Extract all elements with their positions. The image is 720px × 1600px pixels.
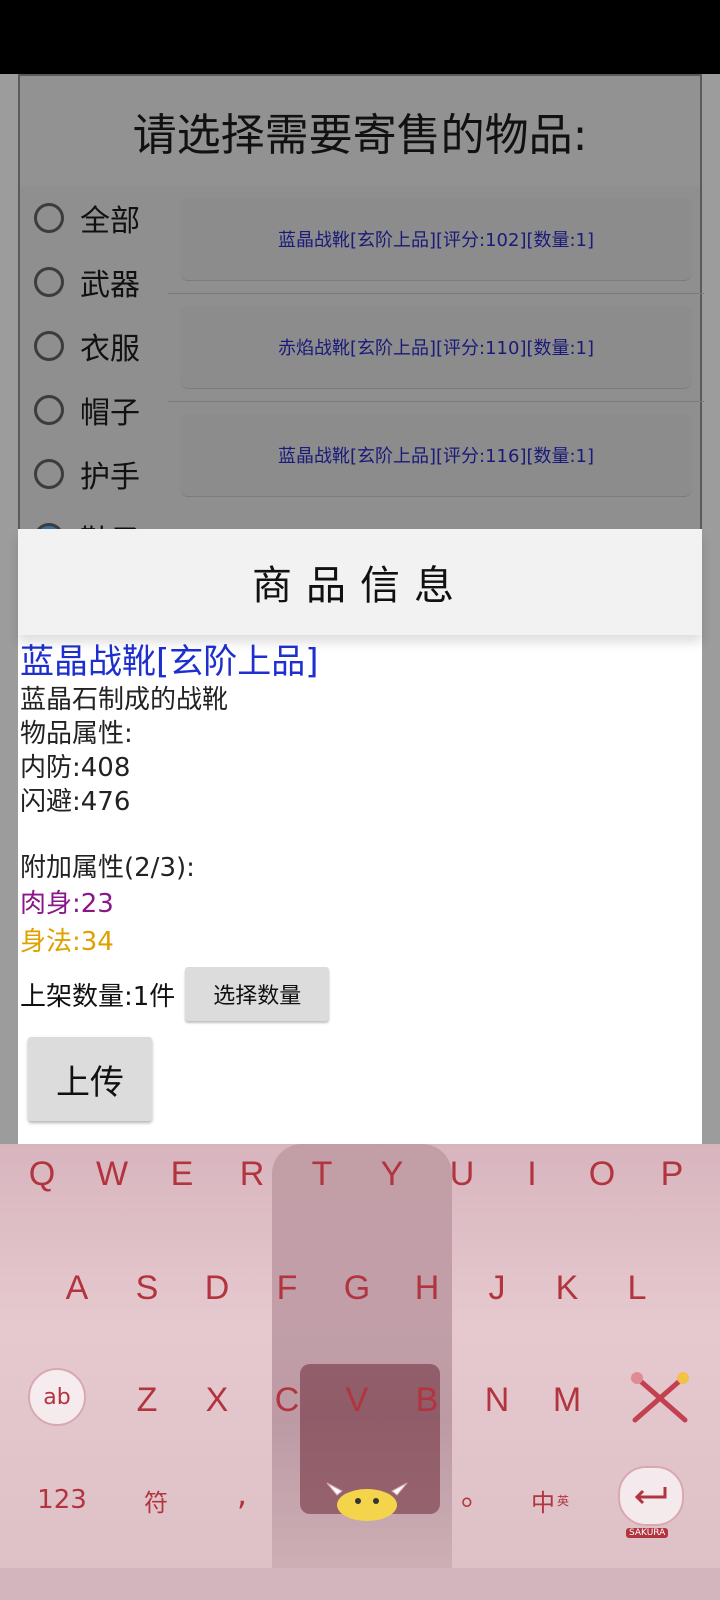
product-info-dialog: 商品信息 蓝晶战靴[玄阶上品] 蓝晶石制成的战靴 物品属性: 内防:408 闪避…	[18, 529, 702, 1144]
key-v[interactable]: V	[327, 1370, 387, 1430]
props-title: 物品属性:	[20, 719, 133, 749]
radio-icon	[34, 331, 64, 361]
quantity-label: 上架数量:1件	[20, 981, 176, 1012]
enter-icon	[634, 1487, 667, 1505]
key-j[interactable]: J	[467, 1258, 527, 1318]
product-details: 蓝晶战靴[玄阶上品] 蓝晶石制成的战靴 物品属性: 内防:408 闪避:476 …	[18, 635, 702, 1121]
radio-icon	[34, 459, 64, 489]
divider	[168, 293, 704, 294]
category-radio-group: 全部 武器 衣服 帽子 护手 鞋子	[34, 186, 174, 570]
key-w[interactable]: W	[82, 1144, 142, 1204]
language-label: 中	[530, 1488, 555, 1517]
key-e[interactable]: E	[152, 1144, 212, 1204]
quantity-row: 上架数量:1件 选择数量	[20, 967, 702, 1021]
keyboard-row-3: ab Z X C V B N M	[0, 1368, 720, 1430]
comma-key[interactable]: ,	[212, 1464, 272, 1524]
extra-prop-agility: 身法:34	[20, 927, 114, 957]
keyboard-row-4: 123 符 , 。 中 英 SAKURA	[0, 1466, 720, 1538]
radio-icon	[34, 203, 64, 233]
soft-keyboard: Q W E R T Y U I O P A S D F G H J K L ab…	[0, 1144, 720, 1600]
key-l[interactable]: L	[607, 1258, 667, 1318]
key-i[interactable]: I	[502, 1144, 562, 1204]
radio-label: 武器	[80, 268, 140, 303]
prop-dodge: 闪避:476	[20, 787, 131, 817]
key-n[interactable]: N	[467, 1370, 527, 1430]
product-description: 蓝晶石制成的战靴	[20, 685, 229, 715]
extra-props-title: 附加属性(2/3):	[20, 853, 195, 883]
key-x[interactable]: X	[187, 1370, 247, 1430]
key-k[interactable]: K	[537, 1258, 597, 1318]
key-b[interactable]: B	[397, 1370, 457, 1430]
radio-icon	[34, 267, 64, 297]
key-m[interactable]: M	[537, 1370, 597, 1430]
key-c[interactable]: C	[257, 1370, 317, 1430]
radio-label: 护手	[80, 460, 140, 495]
numbers-key[interactable]: 123	[22, 1470, 102, 1530]
key-y[interactable]: Y	[362, 1144, 422, 1204]
backspace-key[interactable]	[620, 1366, 700, 1430]
key-t[interactable]: T	[292, 1144, 352, 1204]
language-sub-label: 英	[556, 1493, 569, 1508]
key-a[interactable]: A	[47, 1258, 107, 1318]
key-o[interactable]: O	[572, 1144, 632, 1204]
key-h[interactable]: H	[397, 1258, 457, 1318]
extra-prop-body: 肉身:23	[20, 889, 114, 919]
keyboard-row-2: A S D F G H J K L	[0, 1258, 720, 1318]
enter-key[interactable]: SAKURA	[618, 1466, 684, 1538]
category-radio-all[interactable]: 全部	[34, 186, 174, 250]
key-r[interactable]: R	[222, 1144, 282, 1204]
item-button[interactable]: 蓝晶战靴[玄阶上品][评分:102][数量:1]	[180, 198, 692, 281]
enter-sub-label: SAKURA	[626, 1528, 669, 1538]
prop-defense: 内防:408	[20, 753, 131, 783]
key-z[interactable]: Z	[117, 1370, 177, 1430]
key-q[interactable]: Q	[12, 1144, 72, 1204]
category-radio-clothes[interactable]: 衣服	[34, 314, 174, 378]
item-list: 蓝晶战靴[玄阶上品][评分:102][数量:1] 赤焰战靴[玄阶上品][评分:1…	[168, 186, 704, 497]
status-bar	[0, 0, 720, 74]
category-radio-weapon[interactable]: 武器	[34, 250, 174, 314]
item-button[interactable]: 赤焰战靴[玄阶上品][评分:110][数量:1]	[180, 306, 692, 389]
key-p[interactable]: P	[642, 1144, 702, 1204]
item-button[interactable]: 蓝晶战靴[玄阶上品][评分:116][数量:1]	[180, 414, 692, 497]
space-key[interactable]	[292, 1470, 442, 1530]
divider	[168, 401, 704, 402]
radio-label: 全部	[80, 204, 140, 239]
key-g[interactable]: G	[327, 1258, 387, 1318]
key-f[interactable]: F	[257, 1258, 317, 1318]
item-select-dialog: 请选择需要寄售的物品: 全部 武器 衣服 帽子 护手 鞋子 蓝晶战靴[玄阶上品]…	[18, 74, 704, 559]
keyboard-row-1: Q W E R T Y U I O P	[0, 1144, 720, 1204]
dialog-header: 商品信息	[18, 529, 702, 635]
dialog-title: 请选择需要寄售的物品:	[20, 76, 700, 186]
category-radio-hat[interactable]: 帽子	[34, 378, 174, 442]
navigation-bar	[0, 1568, 720, 1600]
key-d[interactable]: D	[187, 1258, 247, 1318]
key-s[interactable]: S	[117, 1258, 177, 1318]
key-u[interactable]: U	[432, 1144, 492, 1204]
radio-icon	[34, 395, 64, 425]
upload-button[interactable]: 上传	[28, 1037, 152, 1121]
shift-key[interactable]: ab	[28, 1368, 86, 1426]
symbols-key[interactable]: 符	[116, 1470, 196, 1530]
period-key[interactable]: 。	[446, 1462, 506, 1522]
select-quantity-button[interactable]: 选择数量	[185, 967, 330, 1021]
language-key[interactable]: 中 英	[520, 1470, 580, 1530]
product-name: 蓝晶战靴[玄阶上品]	[20, 642, 319, 682]
mascot-icon	[326, 1482, 408, 1521]
category-radio-gloves[interactable]: 护手	[34, 442, 174, 506]
radio-label: 帽子	[80, 396, 140, 431]
radio-label: 衣服	[80, 332, 140, 367]
star-wand-icon	[631, 1372, 689, 1423]
